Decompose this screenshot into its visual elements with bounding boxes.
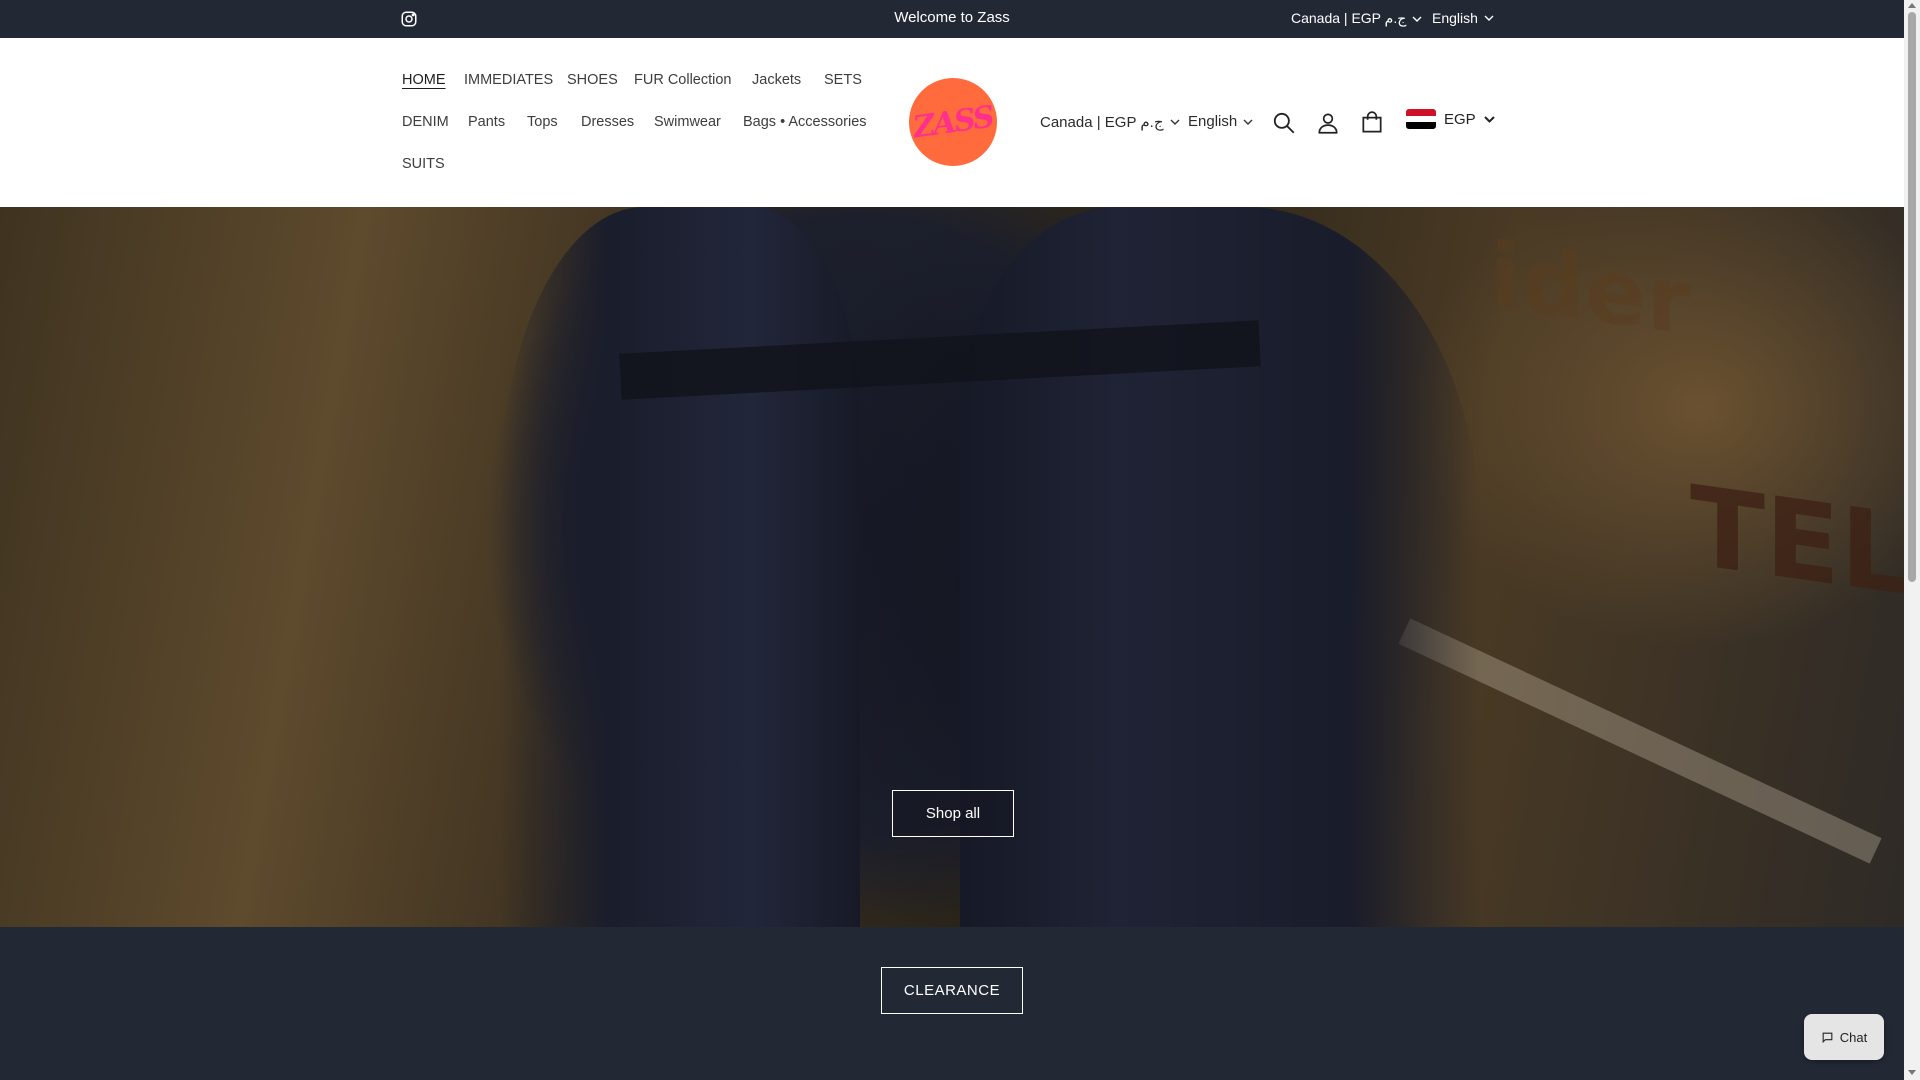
nav-jackets[interactable]: Jackets: [752, 72, 801, 88]
search-icon[interactable]: [1271, 110, 1297, 136]
hero-coat-right: [960, 207, 1480, 927]
nav-dresses[interactable]: Dresses: [581, 114, 634, 130]
chevron-down-icon: [1243, 119, 1253, 125]
egypt-flag-icon: [1406, 109, 1436, 129]
site-header: HOME IMMEDIATES SHOES FUR Collection Jac…: [0, 38, 1904, 207]
language-selector[interactable]: English: [1188, 113, 1253, 130]
nav-sets[interactable]: SETS: [824, 72, 862, 88]
hero-background-sign: TEL: [1690, 461, 1904, 621]
zass-logo[interactable]: ZASS: [909, 78, 997, 166]
country-label: Canada | EGP ج.م: [1040, 114, 1164, 131]
nav-pants[interactable]: Pants: [468, 114, 505, 130]
nav-bags-accessories[interactable]: Bags • Accessories: [743, 114, 867, 130]
nav-suits[interactable]: SUITS: [402, 156, 445, 172]
hero-banner: ider TEL Shop all: [0, 207, 1904, 927]
clearance-section: CLEARANCE: [0, 927, 1904, 1080]
language-label: English: [1188, 113, 1238, 130]
account-icon[interactable]: [1315, 110, 1341, 136]
chevron-down-icon: [1484, 15, 1494, 21]
chevron-down-icon: [1170, 119, 1179, 125]
hero-coat-left: [500, 207, 860, 927]
nav-shoes[interactable]: SHOES: [567, 72, 618, 88]
chevron-down-icon: [1483, 115, 1495, 123]
scroll-down-arrow-icon[interactable]: [1908, 1070, 1916, 1075]
shop-all-button[interactable]: Shop all: [892, 790, 1014, 837]
country-selector-top[interactable]: Canada | EGP ج.م: [1291, 10, 1422, 27]
welcome-message: Welcome to Zass: [894, 9, 1010, 26]
currency-selector[interactable]: EGP: [1406, 109, 1495, 129]
scrollbar-thumb[interactable]: [1908, 12, 1916, 582]
page-scrollbar[interactable]: [1904, 0, 1920, 1080]
logo-text: ZASS: [911, 99, 995, 145]
clearance-button[interactable]: CLEARANCE: [881, 967, 1023, 1014]
chat-button[interactable]: Chat: [1804, 1014, 1884, 1060]
cart-icon[interactable]: [1359, 110, 1385, 136]
currency-label: EGP: [1444, 110, 1476, 128]
chevron-down-icon: [1412, 16, 1422, 22]
country-selector[interactable]: Canada | EGP ج.م: [1040, 113, 1180, 131]
chat-label: Chat: [1839, 1029, 1868, 1045]
chat-bubble-icon: [1822, 1032, 1833, 1043]
language-label: English: [1432, 10, 1478, 26]
nav-denim[interactable]: DENIM: [402, 114, 449, 130]
nav-home[interactable]: HOME: [402, 72, 446, 88]
nav-swimwear[interactable]: Swimwear: [654, 114, 721, 130]
hero-background-sign: ider: [1490, 222, 1691, 357]
nav-fur-collection[interactable]: FUR Collection: [634, 72, 732, 88]
nav-tops[interactable]: Tops: [527, 114, 558, 130]
nav-immediates[interactable]: IMMEDIATES: [464, 72, 553, 88]
country-label: Canada | EGP ج.م: [1291, 10, 1407, 26]
announcement-bar: Welcome to Zass Canada | EGP ج.م English: [0, 0, 1904, 38]
language-selector-top[interactable]: English: [1432, 10, 1494, 26]
scroll-up-arrow-icon[interactable]: [1908, 3, 1916, 8]
